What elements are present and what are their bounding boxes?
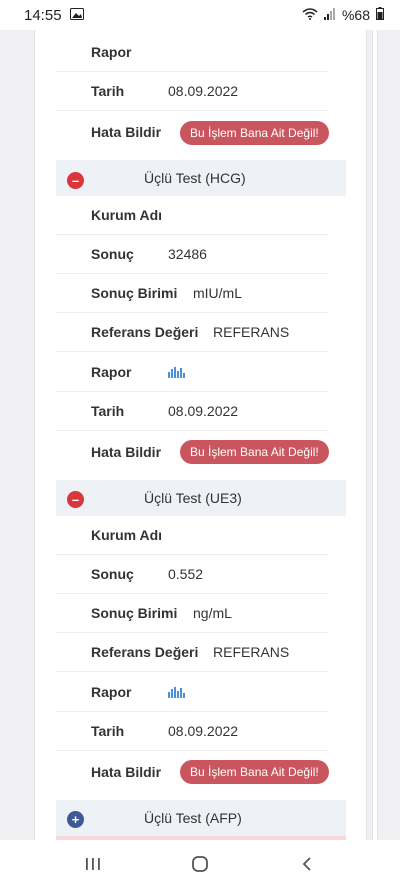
- sonuc-birimi-label: Sonuç Birimi: [91, 605, 178, 621]
- row-rapor: Rapor: [56, 673, 328, 712]
- bar-chart-icon[interactable]: [168, 686, 185, 698]
- referans-degeri-label: Referans Değeri: [91, 644, 199, 660]
- not-mine-button[interactable]: Bu İşlem Bana Ait Değil!: [180, 440, 329, 464]
- kurum-adi-label: Kurum Adı: [91, 527, 163, 543]
- row-kurum-adi: Kurum Adı: [56, 516, 328, 555]
- row-rapor: Rapor: [56, 33, 328, 72]
- hata-bildir-label: Hata Bildir: [91, 443, 162, 460]
- referans-degeri-value: REFERANS: [213, 324, 290, 340]
- row-tarih: Tarih 08.09.2022: [56, 72, 328, 111]
- tarih-value: 08.09.2022: [168, 723, 239, 739]
- sonuc-birimi-label: Sonuç Birimi: [91, 285, 178, 301]
- row-referans-degeri: Referans Değeri REFERANS: [56, 313, 328, 352]
- row-sonuc: Sonuç 0.552: [56, 555, 328, 594]
- section-header-afp[interactable]: Üçlü Test (AFP): [56, 800, 346, 836]
- rapor-label: Rapor: [91, 684, 132, 700]
- sonuc-label: Sonuç: [91, 246, 134, 262]
- section-title: Üçlü Test (HCG): [144, 170, 246, 186]
- tarih-value: 08.09.2022: [168, 83, 239, 99]
- system-nav-bar: [0, 840, 400, 888]
- bar-chart-icon[interactable]: [168, 366, 185, 378]
- row-tarih: Tarih 08.09.2022: [56, 392, 328, 431]
- recents-icon[interactable]: [73, 844, 113, 884]
- row-rapor: Rapor: [56, 353, 328, 392]
- row-sonuc: Sonuç 32486: [56, 235, 328, 274]
- hata-bildir-label: Hata Bildir: [91, 763, 162, 780]
- sonuc-label: Sonuç: [91, 566, 134, 582]
- referans-degeri-value: REFERANS: [213, 644, 290, 660]
- rapor-label: Rapor: [91, 44, 132, 60]
- row-kurum-adi: Kurum Adı: [56, 196, 328, 235]
- home-icon[interactable]: [180, 844, 220, 884]
- tarih-value: 08.09.2022: [168, 403, 239, 419]
- tarih-label: Tarih: [91, 83, 125, 99]
- sonuc-birimi-value: mIU/mL: [193, 285, 242, 301]
- kurum-adi-label: Kurum Adı: [91, 207, 163, 223]
- collapse-icon[interactable]: –: [67, 172, 84, 189]
- sonuc-value: 32486: [168, 246, 207, 262]
- section-header-hcg[interactable]: Üçlü Test (HCG): [56, 160, 346, 196]
- back-icon[interactable]: [287, 844, 327, 884]
- sonuc-value: 0.552: [168, 566, 204, 582]
- section-title: Üçlü Test (AFP): [144, 810, 242, 826]
- wifi-icon: [302, 7, 318, 23]
- row-sonuc-birimi: Sonuç Birimi ng/mL: [56, 594, 328, 633]
- collapse-icon[interactable]: –: [67, 491, 84, 508]
- signal-icon: [323, 7, 336, 23]
- row-sonuc-birimi: Sonuç Birimi mIU/mL: [56, 274, 328, 313]
- sonuc-birimi-value: ng/mL: [193, 605, 232, 621]
- battery-icon: [376, 7, 384, 23]
- referans-degeri-label: Referans Değeri: [91, 324, 199, 340]
- hata-bildir-label: Hata Bildir: [91, 123, 162, 140]
- not-mine-button[interactable]: Bu İşlem Bana Ait Değil!: [180, 121, 329, 145]
- status-time: 14:55: [24, 6, 62, 24]
- section-title: Üçlü Test (UE3): [144, 490, 242, 506]
- scroll-gutter: [372, 30, 378, 840]
- section-header-ue3[interactable]: Üçlü Test (UE3): [56, 480, 346, 516]
- gallery-notification-icon: [69, 7, 84, 24]
- rapor-label: Rapor: [91, 364, 132, 380]
- tarih-label: Tarih: [91, 403, 125, 419]
- battery-percent: %68: [341, 7, 370, 23]
- status-bar: 14:55 %68: [0, 0, 400, 30]
- expand-icon[interactable]: +: [67, 811, 84, 828]
- tarih-label: Tarih: [91, 723, 125, 739]
- not-mine-button[interactable]: Bu İşlem Bana Ait Değil!: [180, 760, 329, 784]
- row-referans-degeri: Referans Değeri REFERANS: [56, 633, 328, 672]
- row-tarih: Tarih 08.09.2022: [56, 712, 328, 751]
